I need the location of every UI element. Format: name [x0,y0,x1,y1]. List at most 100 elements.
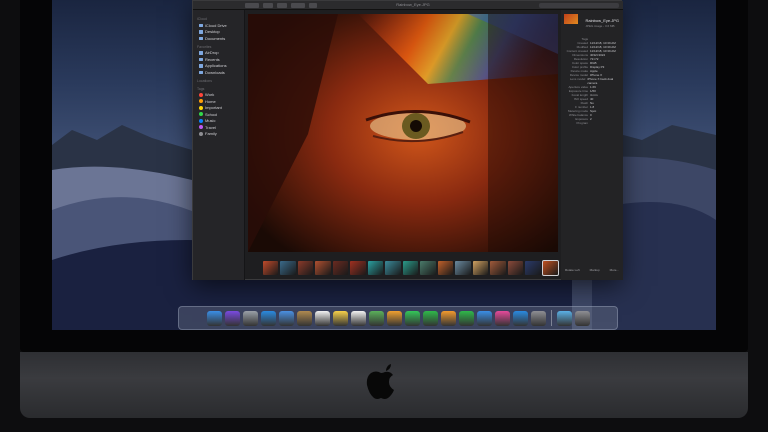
sidebar-item-label: Documents [205,35,226,41]
applications-icon [199,64,203,68]
info-action-button[interactable]: More... [610,268,619,272]
imac-display: Rainbow_Eye.JPG iCloud iCloud Drive Deskto… [20,0,748,420]
info-thumbnail [564,14,578,24]
finder-icon[interactable] [206,310,222,326]
titlebar: Rainbow_Eye.JPG [193,1,623,10]
document-icon [199,36,203,40]
markup-button[interactable] [291,3,305,8]
app-store-icon[interactable] [512,310,528,326]
contacts-icon[interactable] [296,310,312,326]
filmstrip-thumbnail[interactable] [507,261,524,275]
photos-icon[interactable] [386,310,402,326]
dock [178,306,618,330]
filmstrip-thumbnail[interactable] [490,261,506,275]
filmstrip-thumbnail[interactable] [263,261,279,275]
metadata-key: Lens model [569,77,586,81]
tag-dot-icon [199,125,203,130]
trash-icon[interactable] [574,310,590,326]
info-action-button[interactable]: Markup [590,268,600,272]
pages-icon[interactable] [440,310,456,326]
filmstrip-thumbnail[interactable] [367,261,384,275]
sidebar-item-label: Work [205,92,215,98]
tag-dot-icon [199,131,203,136]
filmstrip-thumbnail[interactable] [455,261,471,275]
view-menu-button[interactable] [245,3,259,8]
filmstrip-thumbnail[interactable] [472,261,489,275]
filmstrip-thumbnail[interactable] [402,261,419,275]
desktop: Rainbow_Eye.JPG iCloud iCloud Drive Deskto… [52,0,716,330]
airdrop-icon [199,51,203,55]
info-panel: Rainbow_Eye.JPG JPEG image - 3.6 MB Tags… [561,10,623,280]
tag-dot-icon [199,105,203,110]
calendar-icon[interactable] [314,310,330,326]
download-icon [199,70,203,74]
sidebar-item-label: Home [205,98,216,104]
sidebar-item-label: Desktop [205,29,220,35]
metadata-value: 2 [590,117,592,121]
downloads-folder-icon[interactable] [556,310,572,326]
search-field[interactable] [539,3,619,8]
rotate-button[interactable] [309,3,317,8]
facetime-icon[interactable] [422,310,438,326]
sidebar-item-label: Important [205,105,222,111]
keynote-icon[interactable] [476,310,492,326]
desktop-icon [199,30,203,34]
system-preferences-icon[interactable] [530,310,546,326]
sidebar-item-label: Music [205,118,216,124]
tag-dot-icon [199,99,203,104]
sidebar-item-label: Downloads [205,69,225,75]
filmstrip [248,259,559,277]
filmstrip-thumbnail[interactable] [350,261,366,275]
metadata-list: Tags Created 11/12/18, 10:39 AM Modified 11/… [564,37,620,125]
preview-window: Rainbow_Eye.JPG iCloud iCloud Drive Deskto… [192,0,623,280]
filmstrip-thumbnail[interactable] [315,261,331,275]
cloud-icon [199,23,203,27]
tag-dot-icon [199,112,203,117]
info-subtitle: JPEG image - 3.6 MB [585,24,615,28]
info-action-button[interactable]: Rotate Left [565,268,580,272]
apple-logo-icon [366,364,394,399]
metadata-value: iPhone X back dual camera [587,77,614,85]
mail-icon[interactable] [278,310,294,326]
share-button[interactable] [277,3,287,8]
safari-icon[interactable] [260,310,276,326]
sidebar-item-label: Family [205,131,217,137]
sidebar-item-label: AirDrop [205,50,219,56]
eye-photo-image [248,14,558,252]
sidebar: iCloud iCloud Drive Desktop Documents Favori… [193,10,245,280]
siri-icon[interactable] [224,310,240,326]
maps-icon[interactable] [368,310,384,326]
filmstrip-thumbnail[interactable] [420,261,436,275]
tag-dot-icon [199,118,203,123]
clock-icon [199,57,203,61]
filmstrip-thumbnail[interactable] [437,261,454,275]
notes-icon[interactable] [332,310,348,326]
launchpad-icon[interactable] [242,310,258,326]
reminders-icon[interactable] [350,310,366,326]
filmstrip-thumbnail[interactable] [332,261,349,275]
tag-dot-icon [199,92,203,97]
info-actions: Rotate Left Markup More... [565,268,619,272]
sidebar-item-label: School [205,111,218,117]
filmstrip-thumbnail[interactable] [385,261,401,275]
messages-icon[interactable] [404,310,420,326]
imac-chin [20,352,748,418]
filmstrip-thumbnail[interactable] [280,261,296,275]
sidebar-item-label: Recents [205,56,220,62]
numbers-icon[interactable] [458,310,474,326]
zoom-button[interactable] [263,3,273,8]
dock-separator [550,310,552,326]
sidebar-item-label: iCloud Drive [205,22,227,28]
sidebar-section-heading: Favorites [197,44,212,49]
filmstrip-thumbnail[interactable] [525,261,541,275]
itunes-icon[interactable] [494,310,510,326]
window-title: Rainbow_Eye.JPG [396,2,430,7]
filmstrip-thumbnail[interactable] [541,260,559,276]
sidebar-section-heading: Tags [197,86,205,91]
filmstrip-thumbnail[interactable] [297,261,314,275]
sidebar-section-heading: Locations [197,78,212,83]
screen-bezel: Rainbow_Eye.JPG iCloud iCloud Drive Deskto… [20,0,748,352]
sidebar-item-label: Travel [205,124,216,130]
sidebar-item[interactable]: Family [193,131,244,138]
info-title: Rainbow_Eye.JPG [585,18,620,23]
